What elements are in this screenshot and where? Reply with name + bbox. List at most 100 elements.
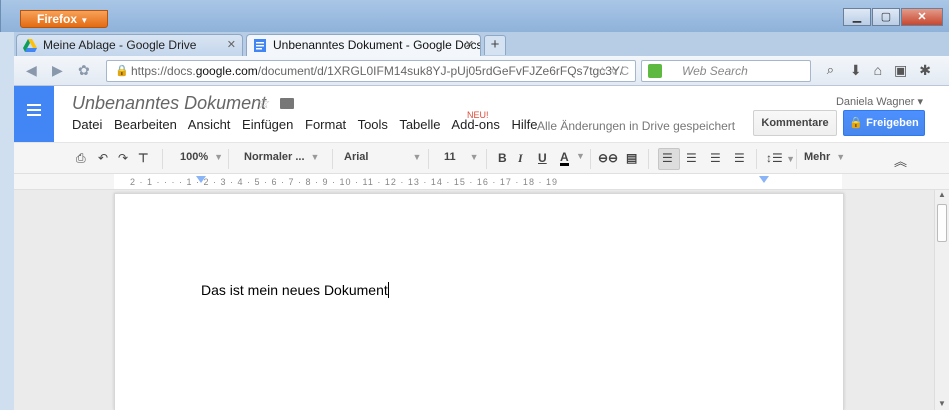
- bookmark-star-icon[interactable]: ☆: [597, 64, 608, 78]
- divider: [228, 149, 229, 169]
- user-account[interactable]: Daniela Wagner ▾: [836, 95, 923, 108]
- window-controls: ▁ ▢ ✕: [842, 8, 943, 26]
- save-status[interactable]: Alle Änderungen in Drive gespeichert: [537, 119, 735, 133]
- menu-einfuegen[interactable]: Einfügen: [242, 117, 293, 132]
- zoom-select[interactable]: 100% ▼: [180, 151, 223, 163]
- menu-ansicht[interactable]: Ansicht: [188, 117, 231, 132]
- menu-bearbeiten[interactable]: Bearbeiten: [114, 117, 177, 132]
- underline-button[interactable]: U: [538, 151, 547, 165]
- document-canvas: Das ist mein neues Dokument: [14, 190, 934, 410]
- formatting-toolbar: ⎙ ↶ ↷ ⊤ 100% ▼ Normaler ... ▼ Arial ▼ 11 ▼ B…: [14, 142, 949, 174]
- navigation-bar: ◀ ▶ ✿ 🔒 https://docs.google.com/document…: [14, 56, 949, 86]
- url-host: google.com: [195, 64, 258, 78]
- divider: [648, 149, 649, 169]
- paint-format-icon[interactable]: ⊤: [138, 151, 148, 165]
- divider: [486, 149, 487, 169]
- menu-tabelle[interactable]: Tabelle: [399, 117, 440, 132]
- lock-icon: 🔒: [849, 117, 864, 129]
- home-icon[interactable]: ⌂: [874, 62, 894, 78]
- back-arrow-icon[interactable]: ◀: [26, 62, 37, 79]
- more-menu[interactable]: Mehr ▼: [804, 151, 845, 163]
- google-drive-icon: [23, 39, 37, 52]
- ruler-marks: 2 · 1 · · · · 1 · 2 · 3 · 4 · 5 · 6 · 7 …: [130, 177, 558, 187]
- divider: [162, 149, 163, 169]
- document-body-text: Das ist mein neues Dokument: [201, 282, 388, 298]
- document-body[interactable]: Das ist mein neues Dokument: [201, 282, 389, 298]
- menu-tools[interactable]: Tools: [358, 117, 388, 132]
- docs-header: Unbenanntes Dokument ☆ Datei Bearbeiten …: [14, 86, 949, 142]
- minimize-button[interactable]: ▁: [843, 8, 871, 26]
- font-select[interactable]: Arial ▼: [344, 151, 421, 163]
- share-button[interactable]: 🔒 Freigeben: [843, 110, 925, 136]
- search-icon[interactable]: ⌕: [827, 62, 834, 78]
- align-center-icon[interactable]: ☰: [686, 151, 697, 165]
- tab-strip: Meine Ablage - Google Drive ✕ Unbenannte…: [14, 32, 949, 56]
- search-placeholder: Web Search: [682, 64, 748, 78]
- download-icon[interactable]: ⬇: [850, 62, 874, 78]
- tab-google-drive[interactable]: Meine Ablage - Google Drive ✕: [16, 34, 243, 56]
- window-titlebar: Firefox ▼ ▁ ▢ ✕: [0, 0, 949, 32]
- chevron-down-icon: ▾: [917, 96, 923, 108]
- extension-icon[interactable]: ✱: [919, 62, 943, 78]
- menu-hilfe[interactable]: Hilfe: [511, 117, 537, 132]
- docs-logo-icon[interactable]: [14, 86, 54, 142]
- divider: [590, 149, 591, 169]
- google-docs-icon: [254, 39, 266, 52]
- tab-google-docs[interactable]: Unbenanntes Dokument - Google Docs ✕: [246, 34, 481, 56]
- text-cursor: [387, 282, 389, 298]
- dropdown-icon[interactable]: ▿: [611, 64, 617, 78]
- identity-icon[interactable]: ✿: [78, 62, 90, 79]
- url-bar[interactable]: 🔒 https://docs.google.com/document/d/1XR…: [106, 60, 636, 82]
- scroll-thumb[interactable]: [937, 204, 947, 242]
- undo-icon[interactable]: ↶: [98, 151, 108, 165]
- maximize-button[interactable]: ▢: [872, 8, 900, 26]
- paragraph-style-select[interactable]: Normaler ... ▼: [244, 151, 319, 163]
- url-path: /document/d/1XRGL0IFM14suk8YJ-pUj05rdGeF…: [257, 64, 624, 78]
- font-value: Arial: [344, 151, 369, 163]
- forward-arrow-icon[interactable]: ▶: [52, 62, 63, 79]
- lock-icon: 🔒: [115, 65, 129, 77]
- redo-icon[interactable]: ↷: [118, 151, 128, 165]
- search-bar[interactable]: Web Search ⌕: [641, 60, 834, 82]
- close-window-button[interactable]: ✕: [901, 8, 943, 26]
- comment-icon[interactable]: ▤: [626, 151, 637, 165]
- collapse-icon[interactable]: ︽: [894, 151, 907, 170]
- star-icon[interactable]: ☆: [257, 94, 270, 112]
- font-size-select[interactable]: 11 ▼: [444, 151, 479, 163]
- firefox-menu-label: Firefox: [37, 12, 78, 26]
- chevron-down-icon: ▼: [214, 152, 224, 162]
- divider: [756, 149, 757, 169]
- text-color-button[interactable]: A: [560, 151, 569, 166]
- document-title[interactable]: Unbenanntes Dokument: [72, 93, 266, 114]
- chevron-down-icon[interactable]: ▼: [576, 151, 585, 161]
- menu-format[interactable]: Format: [305, 117, 346, 132]
- folder-icon[interactable]: [280, 98, 294, 109]
- close-icon[interactable]: ✕: [227, 38, 236, 51]
- firefox-menu-button[interactable]: Firefox ▼: [20, 10, 108, 28]
- line-spacing-icon[interactable]: ↕☰ ▼: [766, 151, 795, 165]
- menu-datei[interactable]: Datei: [72, 117, 102, 132]
- align-left-icon[interactable]: ☰: [662, 151, 673, 165]
- toolbar-icons: ⬇⌂▣✱: [850, 62, 943, 79]
- scroll-up-icon[interactable]: ▲: [938, 190, 946, 199]
- ruler[interactable]: 2 · 1 · · · · 1 · 2 · 3 · 4 · 5 · 6 · 7 …: [14, 174, 949, 190]
- close-icon[interactable]: ✕: [465, 38, 474, 51]
- vertical-scrollbar[interactable]: ▲ ▼: [934, 190, 949, 410]
- link-icon[interactable]: ⊖⊖: [598, 151, 618, 165]
- new-tab-button[interactable]: +: [484, 35, 506, 55]
- scroll-down-icon[interactable]: ▼: [938, 399, 946, 408]
- document-page[interactable]: Das ist mein neues Dokument: [114, 193, 844, 410]
- align-justify-icon[interactable]: ☰: [734, 151, 745, 165]
- zoom-value: 100%: [180, 151, 209, 163]
- font-size-value: 11: [444, 151, 456, 163]
- bold-button[interactable]: B: [498, 151, 507, 165]
- divider: [796, 149, 797, 169]
- align-right-icon[interactable]: ☰: [710, 151, 721, 165]
- comments-button[interactable]: Kommentare: [753, 110, 837, 136]
- search-engine-icon[interactable]: [648, 64, 662, 78]
- italic-button[interactable]: I: [518, 151, 523, 166]
- reload-icon[interactable]: C: [620, 64, 629, 78]
- tab-label: Unbenanntes Dokument - Google Docs: [273, 38, 481, 52]
- print-icon[interactable]: ⎙: [76, 151, 86, 166]
- addon-icon[interactable]: ▣: [894, 62, 919, 78]
